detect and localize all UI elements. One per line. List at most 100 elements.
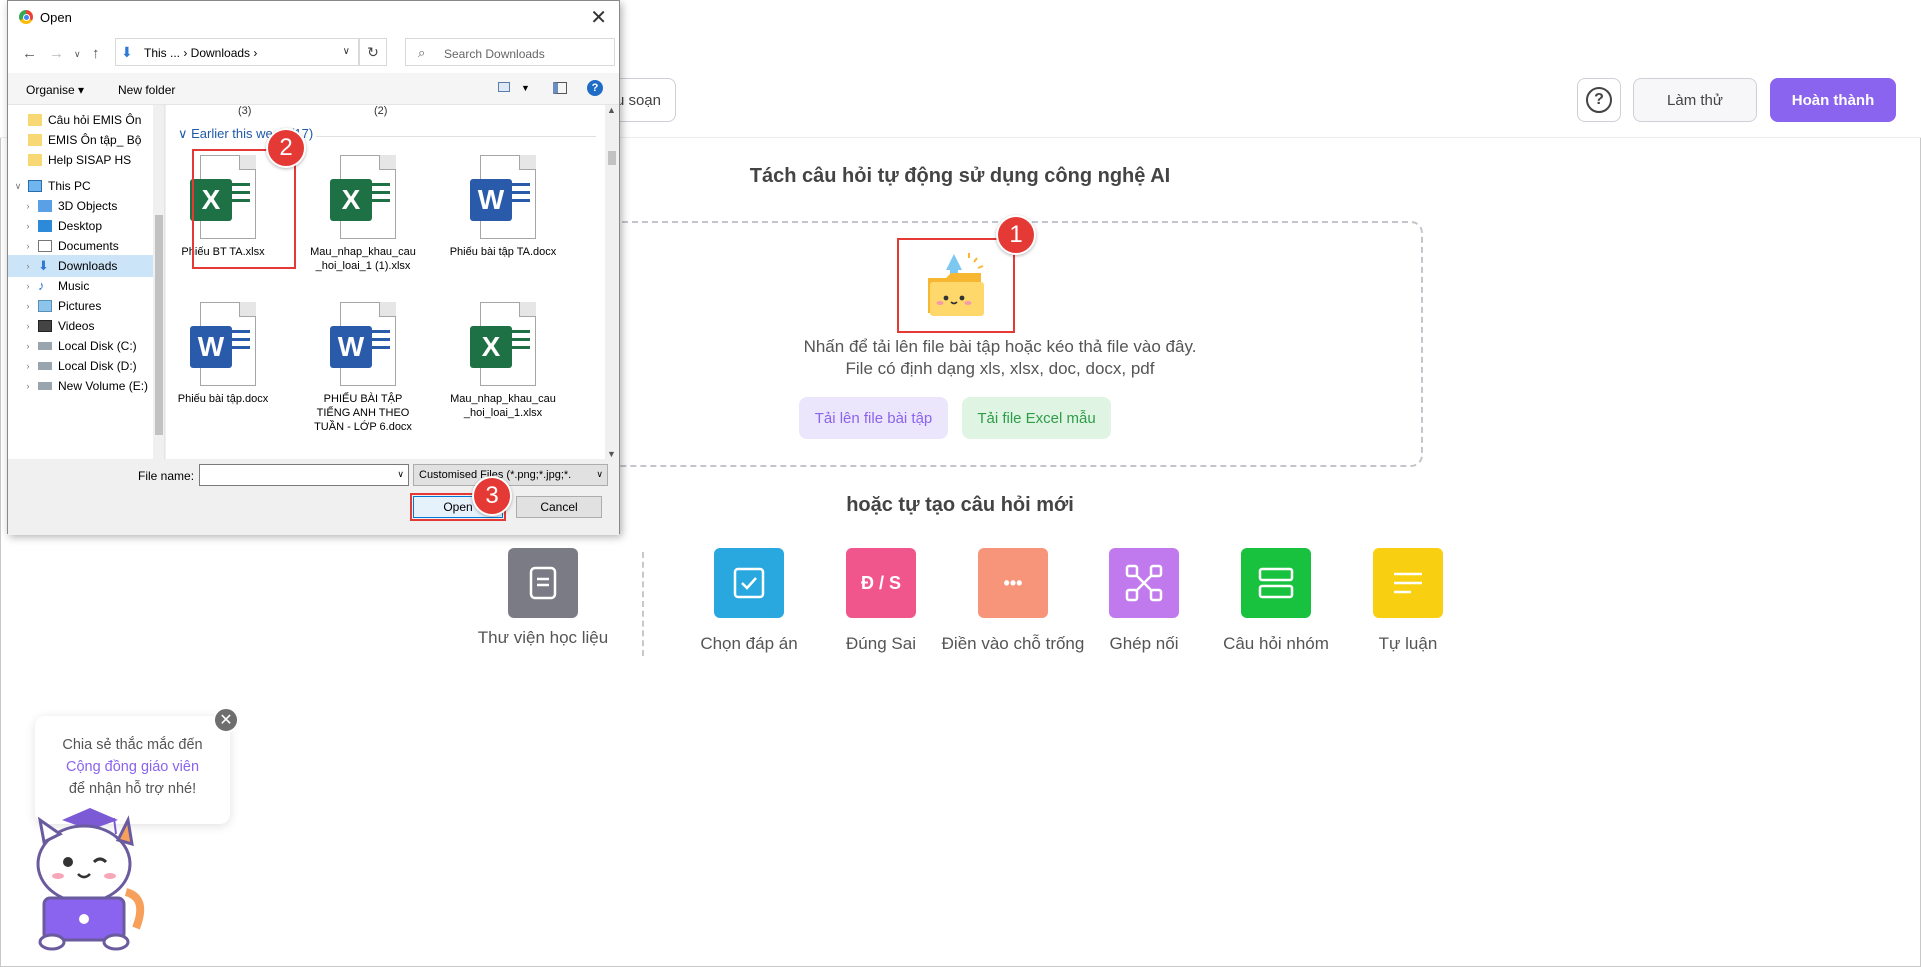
file-item[interactable]: W Phiếu bài tập TA.docx	[448, 155, 558, 259]
question-type-multiple-choice[interactable]: Chọn đáp án	[674, 548, 824, 654]
question-type-essay[interactable]: Tự luận	[1333, 548, 1483, 654]
create-new-title: hoặc tự tạo câu hỏi mới	[846, 494, 1074, 516]
pictures-icon	[38, 300, 52, 312]
file-name: PHIẾU BÀI TẬP TIẾNG ANH THEO TUẦN - LỚP …	[314, 393, 412, 433]
scroll-down-icon[interactable]: ▼	[607, 449, 616, 459]
recent-locations-chevron-icon[interactable]: ∨	[74, 49, 81, 60]
tree-item-desktop[interactable]: › Desktop	[8, 215, 153, 237]
drive-icon	[38, 362, 52, 370]
navigation-tree: Câu hỏi EMIS Ôn EMIS Ôn tập_ Bộ Help SIS…	[8, 105, 165, 459]
forward-arrow-icon[interactable]: →	[49, 45, 64, 62]
file-name-dropdown-icon[interactable]: ∨	[397, 469, 404, 480]
chrome-icon	[19, 10, 33, 24]
tree-scrollbar-thumb[interactable]	[155, 215, 163, 435]
tree-item-videos[interactable]: › Videos	[8, 315, 153, 337]
tree-expander[interactable]: ›	[18, 221, 38, 231]
address-dropdown-icon[interactable]: ∨	[343, 46, 350, 57]
tree-expander[interactable]: ›	[18, 241, 38, 251]
refresh-icon[interactable]: ↻	[359, 38, 387, 66]
tree-expander[interactable]: ›	[18, 301, 38, 311]
match-icon	[1109, 548, 1179, 618]
tree-item-drive-d[interactable]: › Local Disk (D:)	[8, 355, 153, 377]
tree-item-drive-c[interactable]: › Local Disk (C:)	[8, 335, 153, 357]
file-type-dropdown-icon[interactable]: ∨	[596, 469, 603, 480]
file-type-filter[interactable]: Customised Files (*.png;*.jpg;*. ∨	[413, 464, 608, 486]
question-type-divider	[642, 552, 644, 656]
address-bar[interactable]: ⬇ This ... › Downloads › ∨	[115, 38, 359, 66]
up-arrow-icon[interactable]: ↑	[92, 45, 100, 62]
tree-expander[interactable]: ›	[18, 261, 38, 271]
dialog-title-bar: Open ✕	[8, 1, 619, 33]
tree-expander[interactable]: ›	[18, 381, 38, 391]
search-downloads-input[interactable]: ⌕ Search Downloads	[405, 38, 615, 66]
chat-close-icon[interactable]: ✕	[213, 707, 239, 733]
group-divider	[316, 136, 596, 137]
download-excel-template-button[interactable]: Tải file Excel mẫu	[962, 397, 1111, 439]
tree-expander[interactable]: ›	[18, 341, 38, 351]
tree-item-folder[interactable]: Help SISAP HS	[8, 149, 153, 171]
organise-menu[interactable]: Organise ▾	[26, 83, 84, 97]
tree-item-drive-e[interactable]: › New Volume (E:)	[8, 375, 153, 397]
file-list-scrollbar-thumb[interactable]	[608, 151, 616, 165]
dialog-footer: File name: ∨ Customised Files (*.png;*.j…	[8, 459, 619, 535]
question-type-label: Đúng Sai	[846, 634, 916, 653]
new-folder-button[interactable]: New folder	[118, 83, 175, 97]
file-item[interactable]: W PHIẾU BÀI TẬP TIẾNG ANH THEO TUẦN - LỚ…	[308, 302, 418, 434]
file-list-scrollbar[interactable]: ▲ ▼	[605, 105, 619, 459]
help-icon[interactable]: ?	[587, 80, 603, 96]
excel-file-icon: X	[330, 155, 396, 239]
help-button[interactable]: ?	[1577, 78, 1621, 122]
dialog-command-bar: Organise ▾ New folder ▼ ?	[8, 73, 619, 105]
tree-item-folder[interactable]: EMIS Ôn tập_ Bộ	[8, 129, 153, 151]
scroll-up-icon[interactable]: ▲	[607, 105, 616, 115]
tree-item-label: Videos	[58, 319, 95, 333]
ai-split-title: Tách câu hỏi tự động sử dụng công nghệ A…	[749, 165, 1171, 187]
finish-button[interactable]: Hoàn thành	[1770, 78, 1896, 122]
tree-expander[interactable]: ›	[18, 201, 38, 211]
tree-item-documents[interactable]: › Documents	[8, 235, 153, 257]
community-link[interactable]: Cộng đồng giáo viên	[35, 756, 230, 778]
question-type-matching[interactable]: Ghép nối	[1069, 548, 1219, 654]
view-dropdown-icon[interactable]: ▼	[521, 83, 530, 93]
word-file-icon: W	[470, 155, 536, 239]
preview-pane-icon[interactable]	[553, 82, 567, 94]
back-arrow-icon[interactable]: ←	[22, 45, 37, 62]
file-item[interactable]: X Mau_nhap_khau_cau_hoi_loai_1.xlsx	[448, 302, 558, 420]
dialog-close-icon[interactable]: ✕	[590, 5, 607, 30]
partial-file-label: (3)	[238, 105, 252, 117]
question-type-fill-blank[interactable]: ••• Điền vào chỗ trống	[938, 548, 1088, 654]
file-item[interactable]: W Phiếu bài tập.docx	[168, 302, 278, 406]
dialog-title: Open	[40, 10, 72, 25]
view-options-icon[interactable]	[498, 82, 510, 92]
step-marker-1: 1	[996, 215, 1036, 255]
drive-icon	[38, 382, 52, 390]
breadcrumb[interactable]: This ... › Downloads ›	[144, 46, 257, 60]
tree-item-music[interactable]: › ♪ Music	[8, 275, 153, 297]
file-name-input[interactable]: ∨	[199, 464, 409, 486]
upload-icon-highlight	[897, 238, 1015, 333]
upload-file-button[interactable]: Tải lên file bài tập	[799, 397, 948, 439]
videos-icon	[38, 320, 52, 332]
question-type-true-false[interactable]: Đ / S Đúng Sai	[806, 548, 956, 654]
tree-expander[interactable]: ∨	[8, 181, 28, 192]
tree-scrollbar[interactable]	[153, 105, 164, 459]
tree-item-label: Local Disk (C:)	[58, 339, 137, 353]
tree-item-downloads[interactable]: › ⬇ Downloads	[8, 255, 153, 277]
try-button[interactable]: Làm thử	[1633, 78, 1757, 122]
question-type-library[interactable]: Thư viện học liệu	[468, 548, 618, 648]
tree-expander[interactable]: ›	[18, 281, 38, 291]
tree-item-3d-objects[interactable]: › 3D Objects	[8, 195, 153, 217]
tree-expander[interactable]: ›	[18, 361, 38, 371]
search-icon: ⌕	[418, 45, 426, 60]
tree-item-label: This PC	[48, 179, 91, 193]
cancel-button[interactable]: Cancel	[516, 496, 602, 518]
tree-expander[interactable]: ›	[18, 321, 38, 331]
question-type-group[interactable]: Câu hỏi nhóm	[1201, 548, 1351, 654]
file-name: Phiếu bài tập.docx	[177, 393, 269, 405]
tree-item-folder[interactable]: Câu hỏi EMIS Ôn	[8, 109, 153, 131]
tree-item-pictures[interactable]: › Pictures	[8, 295, 153, 317]
file-item[interactable]: X Mau_nhap_khau_cau_hoi_loai_1 (1).xlsx	[308, 155, 418, 273]
tree-item-this-pc[interactable]: ∨ This PC	[8, 175, 153, 197]
question-type-label: Tự luận	[1378, 634, 1438, 653]
downloads-icon: ⬇	[38, 258, 49, 273]
